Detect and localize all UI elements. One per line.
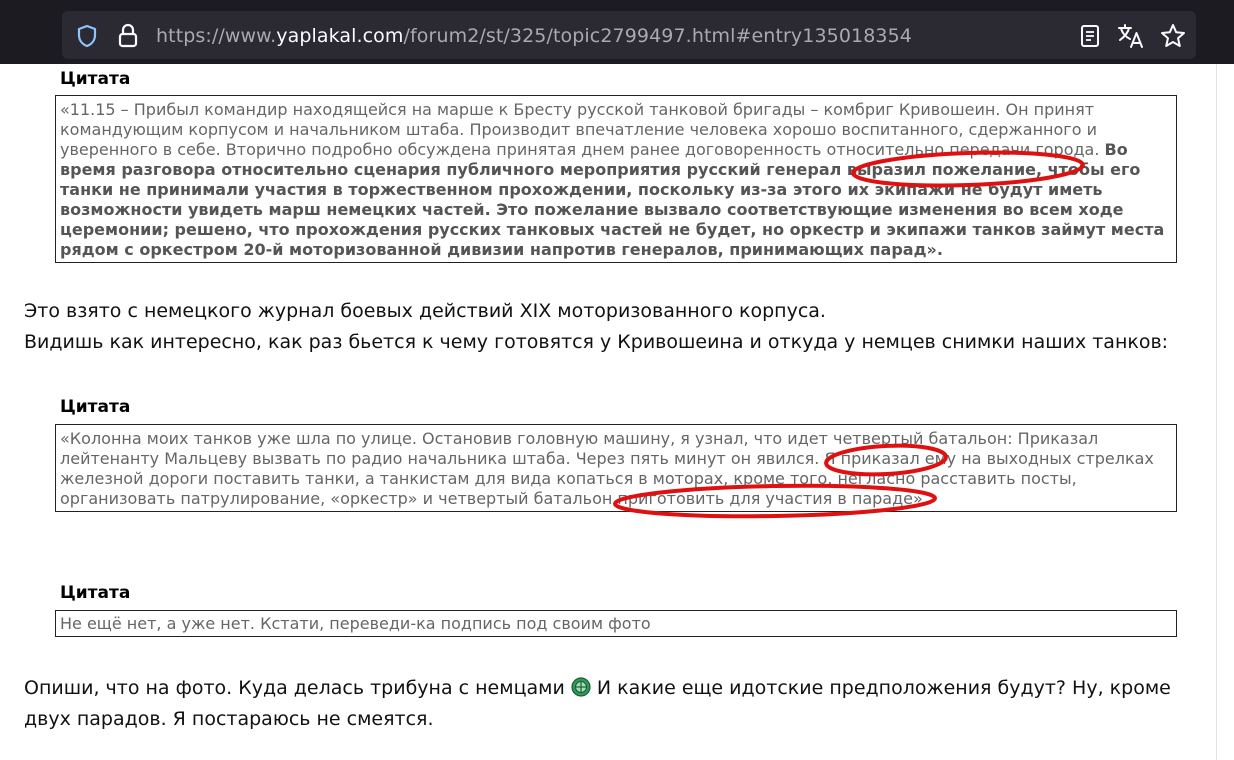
- quote-title: Цитата: [60, 397, 131, 417]
- url-text[interactable]: https://www.yaplakal.com/forum2/st/325/t…: [156, 22, 912, 50]
- post-line: Видишь как интересно, как раз бьется к ч…: [24, 331, 1169, 353]
- post-line: Это взято с немецкого журнал боевых дейс…: [24, 300, 826, 322]
- scrollbar-track[interactable]: [1216, 64, 1217, 760]
- star-bookmark-icon[interactable]: [1160, 23, 1186, 49]
- quote-title: Цитата: [60, 69, 131, 89]
- reader-view-icon[interactable]: [1080, 24, 1100, 48]
- url-host: yaplakal.com: [276, 25, 404, 47]
- quote-title: Цитата: [60, 583, 131, 603]
- quote-box: «11.15 – Прибыл командир находящейся на …: [55, 95, 1177, 263]
- translate-icon[interactable]: [1117, 23, 1145, 49]
- lock-icon[interactable]: [118, 23, 138, 49]
- quote-box: Не ещё нет, а уже нет. Кстати, переведи-…: [55, 610, 1177, 637]
- quote-box: «Колонна моих танков уже шла по улице. О…: [55, 424, 1177, 512]
- quote-text: Не ещё нет, а уже нет. Кстати, переведи-…: [60, 614, 651, 633]
- post-text: Опиши, что на фото. Куда делась трибуна …: [24, 673, 1194, 735]
- smiley-icon: [571, 677, 591, 697]
- post-text: Это взято с немецкого журнал боевых дейс…: [24, 296, 1194, 358]
- quote-text: «Колонна моих танков уже шла по улице. О…: [60, 429, 1154, 508]
- quote-text: «11.15 – Прибыл командир находящейся на …: [60, 100, 1100, 159]
- browser-toolbar: https://www.yaplakal.com/forum2/st/325/t…: [0, 0, 1234, 64]
- post-text-part: Опиши, что на фото. Куда делась трибуна …: [24, 677, 565, 699]
- shield-icon[interactable]: [76, 24, 98, 48]
